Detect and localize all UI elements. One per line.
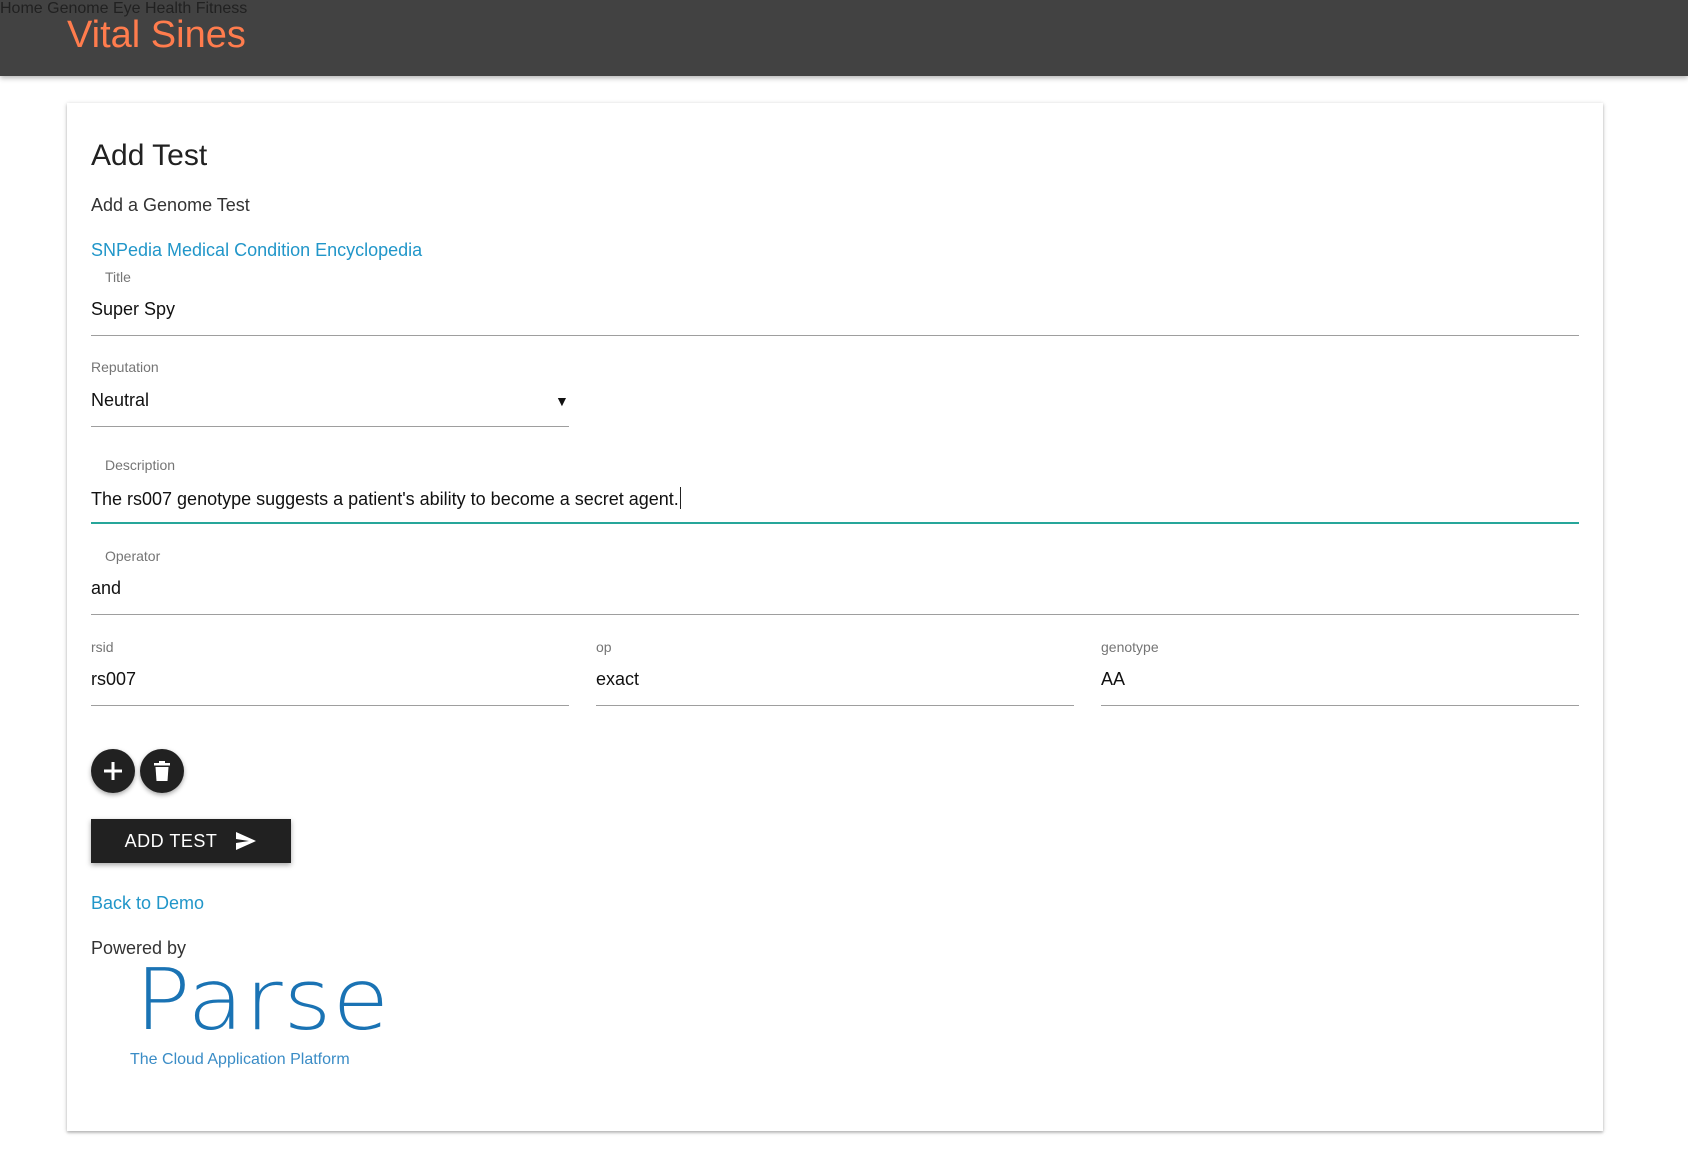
reputation-underline	[91, 426, 569, 427]
genotype-label: genotype	[1101, 639, 1159, 655]
trash-icon	[154, 761, 170, 781]
page-title: Add Test	[91, 139, 208, 172]
title-field-label: Title	[105, 269, 131, 285]
caret-down-icon[interactable]: ▼	[555, 393, 569, 409]
rsid-label: rsid	[91, 639, 114, 655]
reputation-select[interactable]: Neutral	[91, 390, 149, 411]
delete-condition-button[interactable]	[140, 749, 184, 793]
send-icon	[236, 832, 257, 850]
description-input[interactable]: The rs007 genotype suggests a patient's …	[91, 487, 681, 510]
operator-input[interactable]: and	[91, 578, 121, 599]
add-test-card: Add Test Add a Genome Test SNPedia Medic…	[67, 103, 1603, 1131]
snpedia-link[interactable]: SNPedia Medical Condition Encyclopedia	[91, 240, 422, 261]
add-condition-button[interactable]	[91, 749, 135, 793]
description-label: Description	[105, 457, 176, 473]
top-app-bar: Vital Sines Home Genome Eye Health Fitne…	[0, 0, 1688, 76]
title-input[interactable]: Super Spy	[91, 299, 175, 320]
genotype-underline	[1101, 705, 1579, 706]
parse-logo-tagline: The Cloud Application Platform	[130, 1051, 350, 1068]
nav-home[interactable]: Home	[0, 0, 43, 17]
op-input[interactable]: exact	[596, 669, 639, 690]
plus-icon	[104, 762, 122, 780]
op-underline	[596, 705, 1074, 706]
add-test-button-label: ADD TEST	[124, 830, 218, 851]
rsid-input[interactable]: rs007	[91, 669, 136, 690]
operator-label: Operator	[105, 548, 161, 564]
parse-logo[interactable]: Parse	[135, 951, 390, 1049]
page-subtitle: Add a Genome Test	[91, 195, 250, 215]
operator-underline	[91, 614, 1579, 615]
rsid-underline	[91, 705, 569, 706]
title-underline	[91, 335, 1579, 336]
text-cursor	[679, 487, 681, 509]
add-test-button[interactable]: ADD TEST	[91, 819, 291, 863]
reputation-label: Reputation	[91, 359, 159, 375]
brand-logo[interactable]: Vital Sines	[67, 14, 246, 57]
description-underline-focused	[91, 522, 1579, 524]
genotype-input[interactable]: AA	[1101, 669, 1125, 690]
op-label: op	[596, 639, 612, 655]
description-text: The rs007 genotype suggests a patient's …	[91, 489, 679, 509]
back-to-demo-link[interactable]: Back to Demo	[91, 893, 204, 914]
